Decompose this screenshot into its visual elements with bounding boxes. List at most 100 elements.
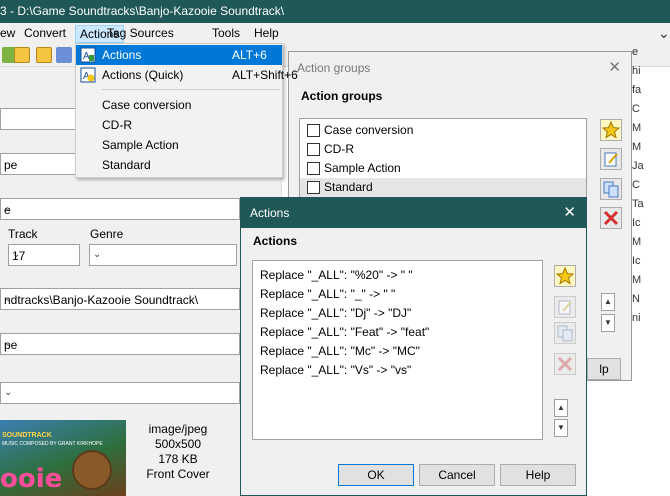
close-icon[interactable]: ✕ <box>608 58 621 76</box>
add-folder-icon[interactable] <box>14 47 30 63</box>
list-item[interactable]: ni <box>632 312 641 324</box>
menu-item-label: Sample Action <box>102 138 179 152</box>
menu-item-case-conversion[interactable]: Case conversion <box>76 95 282 115</box>
action-item[interactable]: Replace "_ALL": "Vs" -> "vs" <box>260 363 411 377</box>
move-up-button[interactable]: ▲ <box>601 293 615 311</box>
group-label[interactable]: CD-R <box>324 142 354 156</box>
menu-item-label: Actions (Quick) <box>102 68 184 82</box>
composer-combo[interactable]: pe ⌄ <box>0 333 240 355</box>
action-item[interactable]: Replace "_ALL": "Mc" -> "MC" <box>260 344 420 358</box>
section-title: Action groups <box>301 89 383 103</box>
menu-convert[interactable]: Convert <box>20 25 70 43</box>
list-item[interactable]: fa <box>632 84 641 96</box>
title-bar: 3 - D:\Game Soundtracks\Banjo-Kazooie So… <box>0 0 670 23</box>
actions-dialog: Actions ✕ Actions Replace "_ALL": "%20" … <box>240 197 587 496</box>
edit-icon[interactable] <box>600 148 622 170</box>
album-combo[interactable]: e ⌄ <box>0 198 240 220</box>
menu-item-shortcut: ALT+Shift+6 <box>232 68 298 82</box>
cover-credit-text: MUSIC COMPOSED BY GRANT KIRKHOPE <box>2 441 103 447</box>
section-title: Actions <box>253 234 298 248</box>
chevron-down-icon: ⌄ <box>93 249 102 260</box>
help-button[interactable]: Help <box>500 464 576 486</box>
list-item[interactable]: Ta <box>632 198 644 210</box>
duplicate-icon[interactable] <box>554 322 576 344</box>
list-item[interactable]: Ic <box>632 255 641 267</box>
new-star-icon[interactable] <box>600 119 622 141</box>
cover-art-image[interactable]: SOUNDTRACK MUSIC COMPOSED BY GRANT KIRKH… <box>0 420 126 496</box>
group-checkbox[interactable] <box>307 124 320 137</box>
menu-divider <box>102 89 280 90</box>
banjo-character-image <box>72 450 112 490</box>
menu-tag-sources[interactable]: Tag Sources <box>103 25 178 43</box>
help-button[interactable]: lp <box>587 358 621 380</box>
menu-item-label: Actions <box>102 48 142 62</box>
chevron-down-icon: ⌄ <box>12 249 21 260</box>
group-checkbox[interactable] <box>307 143 320 156</box>
menu-bar: ew Convert Actions Tag Sources Tools Hel… <box>0 23 670 43</box>
image-dimensions: 500x500 <box>154 437 202 451</box>
comment-combo[interactable]: ⌄ <box>0 382 240 404</box>
chevron-down-icon: ⌄ <box>4 387 13 398</box>
list-item[interactable]: C <box>632 103 640 115</box>
edit-icon[interactable] <box>554 296 576 318</box>
cover-soundtrack-text: SOUNDTRACK <box>2 432 52 439</box>
actions-quick-icon: A <box>80 67 96 83</box>
chevron-down-icon[interactable]: ⌄ <box>658 25 670 42</box>
menu-view[interactable]: ew <box>0 25 19 43</box>
delete-icon[interactable] <box>554 353 576 375</box>
list-item[interactable]: Ic <box>632 217 641 229</box>
menu-tools[interactable]: Tools <box>208 25 244 43</box>
new-star-icon[interactable] <box>554 265 576 287</box>
image-size: 178 KB <box>158 452 198 466</box>
menu-item-shortcut: ALT+6 <box>232 48 267 62</box>
track-combo[interactable]: 17 ⌄ <box>8 244 80 266</box>
list-item[interactable]: e <box>632 46 638 58</box>
group-label[interactable]: Standard <box>324 180 373 194</box>
group-checkbox[interactable] <box>307 181 320 194</box>
folder-icon[interactable] <box>36 47 52 63</box>
menu-item-actions[interactable]: A Actions ALT+6 <box>76 45 282 65</box>
move-down-button[interactable]: ▼ <box>554 419 568 437</box>
menu-item-sample-action[interactable]: Sample Action <box>76 135 282 155</box>
actions-icon: A <box>80 47 96 63</box>
list-item[interactable]: M <box>632 274 641 286</box>
cover-logo-text: ooie <box>0 464 63 494</box>
actions-list[interactable]: Replace "_ALL": "%20" -> " " Replace "_A… <box>252 260 543 440</box>
actions-menu: A Actions ALT+6 A Actions (Quick) ALT+Sh… <box>75 43 298 178</box>
dialog-title: Action groups <box>297 61 371 75</box>
chevron-down-icon: ⌄ <box>4 338 13 349</box>
list-item[interactable]: hi <box>632 65 641 77</box>
menu-item-standard[interactable]: Standard <box>76 155 282 175</box>
action-item[interactable]: Replace "_ALL": "Dj" -> "DJ" <box>260 306 411 320</box>
list-item[interactable]: Ja <box>632 160 644 172</box>
chevron-down-icon: ⌄ <box>4 293 13 304</box>
genre-combo[interactable]: ⌄ <box>89 244 237 266</box>
move-down-button[interactable]: ▼ <box>601 314 615 332</box>
group-label[interactable]: Case conversion <box>324 123 413 137</box>
action-item[interactable]: Replace "_ALL": "%20" -> " " <box>260 268 413 282</box>
close-icon[interactable]: ✕ <box>563 203 576 221</box>
list-item[interactable]: M <box>632 122 641 134</box>
action-item[interactable]: Replace "_ALL": "Feat" -> "feat" <box>260 325 429 339</box>
list-item[interactable]: N <box>632 293 640 305</box>
image-type: Front Cover <box>146 467 210 481</box>
menu-item-actions-quick[interactable]: A Actions (Quick) ALT+Shift+6 <box>76 65 298 85</box>
duplicate-icon[interactable] <box>600 178 622 200</box>
list-item[interactable]: M <box>632 141 641 153</box>
group-checkbox[interactable] <box>307 162 320 175</box>
image-mime: image/jpeg <box>148 422 208 436</box>
delete-icon[interactable] <box>600 207 622 229</box>
menu-item-cd-r[interactable]: CD-R <box>76 115 282 135</box>
menu-help[interactable]: Help <box>250 25 283 43</box>
refresh-icon[interactable] <box>56 47 72 63</box>
group-label[interactable]: Sample Action <box>324 161 401 175</box>
menu-item-label: Case conversion <box>102 98 192 112</box>
move-up-button[interactable]: ▲ <box>554 399 568 417</box>
list-item[interactable]: C <box>632 179 640 191</box>
ok-button[interactable]: OK <box>338 464 414 486</box>
cancel-button[interactable]: Cancel <box>419 464 495 486</box>
path-combo[interactable]: ndtracks\Banjo-Kazooie Soundtrack\ ⌄ <box>0 288 240 310</box>
dialog-title-bar: Actions ✕ <box>241 198 586 228</box>
action-item[interactable]: Replace "_ALL": "_" -> " " <box>260 287 395 301</box>
list-item[interactable]: M <box>632 236 641 248</box>
